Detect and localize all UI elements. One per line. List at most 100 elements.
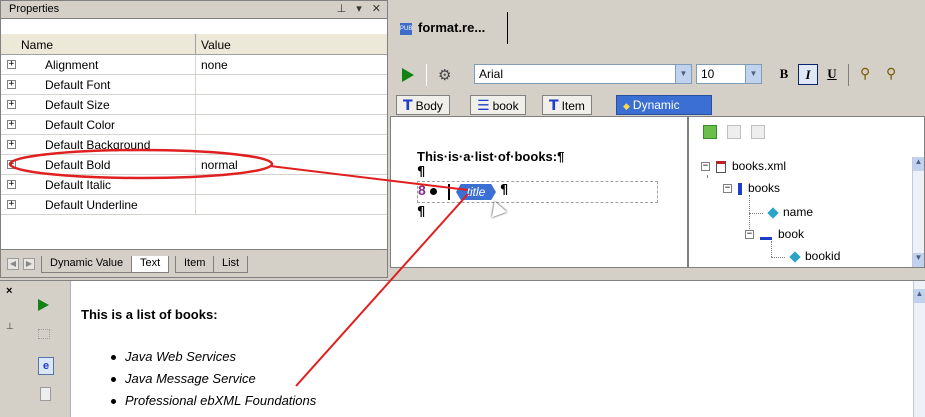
expand-icon[interactable]: + [7,140,16,149]
collapse-icon[interactable]: − [745,230,754,240]
find-next-icon[interactable]: ⚲ [886,65,896,82]
property-row-default-italic[interactable]: + Default Italic [1,175,387,195]
tab-text[interactable]: Text [131,256,170,273]
document-tab-label: format.re... [418,20,486,35]
design-heading[interactable]: This·is·a·list·of·books:¶ [417,149,564,164]
list-item: Professional ebXML Foundations [111,393,316,415]
close-icon[interactable]: × [6,285,12,297]
tab-dynamic-value[interactable]: Dynamic Value [41,256,133,273]
section-body-button[interactable]: T Body [396,95,450,115]
property-value[interactable]: none [201,58,228,72]
list-marker: 8 [418,182,426,198]
expand-icon[interactable]: + [7,120,16,129]
format-painter-icon[interactable]: ⚙ [438,66,451,84]
remove-source-icon[interactable] [727,125,741,139]
run-icon[interactable] [402,68,414,82]
chevron-down-icon[interactable]: ▾ [356,2,362,15]
properties-tabbar: ◀ ▶ Dynamic Value Text Item List [1,249,387,277]
property-row-alignment[interactable]: + Alignment none [1,55,387,75]
tree-node-books-xml[interactable]: − books.xml [701,159,786,173]
paragraph-mark: ¶ [417,205,426,220]
column-divider[interactable] [195,34,196,56]
run-icon[interactable] [38,299,49,311]
section-dynamic-button[interactable]: ◆ Dynamic [616,95,712,115]
row-divider [195,55,196,75]
tab-scroll-right-icon[interactable]: ▶ [23,258,35,270]
text-section-icon: T [549,98,559,114]
expand-icon[interactable]: + [7,60,16,69]
browser-preview-icon[interactable]: e [38,357,54,375]
underline-button[interactable]: U [822,64,842,85]
bold-button[interactable]: B [774,64,794,85]
tree-scrollbar[interactable]: ▲ ▼ [912,157,924,267]
tab-item[interactable]: Item [175,256,215,273]
page-icon[interactable] [40,387,51,401]
property-row-default-underline[interactable]: + Default Underline [1,195,387,215]
expand-icon[interactable]: + [7,180,16,189]
refresh-source-icon[interactable] [751,125,765,139]
title-field-chip[interactable]: title [456,184,496,200]
add-source-icon[interactable] [703,125,717,139]
list-item-line[interactable]: 8 title ¶ [417,181,658,203]
preview-scrollbar[interactable]: ▲ [913,281,925,417]
grid-icon[interactable] [38,329,50,339]
close-icon[interactable]: ✕ [372,2,381,15]
section-book-button[interactable]: ☰ book [470,95,526,115]
column-header-value[interactable]: Value [201,38,231,52]
tree-node-label: book [778,227,805,241]
tree-toolbar [703,125,765,139]
scroll-up-icon[interactable]: ▲ [914,289,925,303]
text-cursor [448,184,450,200]
expand-icon[interactable]: + [7,80,16,89]
font-select[interactable]: Arial ▼ [474,64,692,84]
list-section-icon: ☰ [477,98,490,114]
expand-icon[interactable]: + [7,160,16,169]
pin-icon[interactable]: ⊥ [6,321,14,332]
property-row-default-bold[interactable]: + Default Bold normal [1,155,387,175]
font-size-value: 10 [701,67,715,81]
font-size-select[interactable]: 10 ▼ [696,64,762,84]
find-icon[interactable]: ⚲ [860,65,870,82]
italic-button[interactable]: I [798,64,818,85]
design-surface[interactable]: This·is·a·list·of·books:¶ ¶ 8 title ¶ ¶ [390,116,688,268]
tree-node-name[interactable]: name [767,205,813,219]
property-value[interactable]: normal [201,158,238,172]
tree-node-label: books.xml [732,159,787,173]
row-divider [195,155,196,175]
document-tabbar: PUB format.re... [390,0,925,44]
collapse-icon[interactable]: − [723,184,732,194]
expand-icon[interactable]: + [7,100,16,109]
property-row-default-size[interactable]: + Default Size [1,95,387,115]
tab-scroll-left-icon[interactable]: ◀ [7,258,19,270]
row-divider [195,115,196,135]
properties-title: Properties [9,3,60,15]
row-divider [195,95,196,115]
scroll-up-icon[interactable]: ▲ [913,157,924,171]
property-name: Default Background [45,138,151,152]
collapse-icon[interactable]: − [701,162,710,172]
pin-icon[interactable]: ⊥ [337,2,347,15]
chevron-down-icon[interactable]: ▼ [675,65,691,83]
chevron-down-icon[interactable]: ▼ [745,65,761,83]
tree-node-bookid[interactable]: bookid [789,249,840,263]
properties-header: Name Value [1,33,387,56]
property-name: Default Size [45,98,110,112]
toolbar-separator [426,64,427,86]
property-row-default-color[interactable]: + Default Color [1,115,387,135]
section-bar: T Body ☰ book T Item ◆ Dynamic [390,94,712,116]
text-section-icon: T [403,98,413,114]
attribute-icon [789,251,801,263]
expand-icon[interactable]: + [7,200,16,209]
section-item-button[interactable]: T Item [542,95,592,115]
tab-list[interactable]: List [213,256,249,273]
scroll-down-icon[interactable]: ▼ [913,253,924,267]
property-row-default-background[interactable]: + Default Background [1,135,387,155]
tree-node-books[interactable]: − books [723,181,780,195]
bullet-icon [430,188,437,195]
document-tab[interactable]: PUB format.re... [394,12,508,44]
property-row-default-font[interactable]: + Default Font [1,75,387,95]
section-label: Dynamic [632,98,680,112]
column-header-name[interactable]: Name [21,38,53,52]
tree-node-book[interactable]: − book [745,227,804,241]
dynamic-icon: ◆ [623,102,630,112]
